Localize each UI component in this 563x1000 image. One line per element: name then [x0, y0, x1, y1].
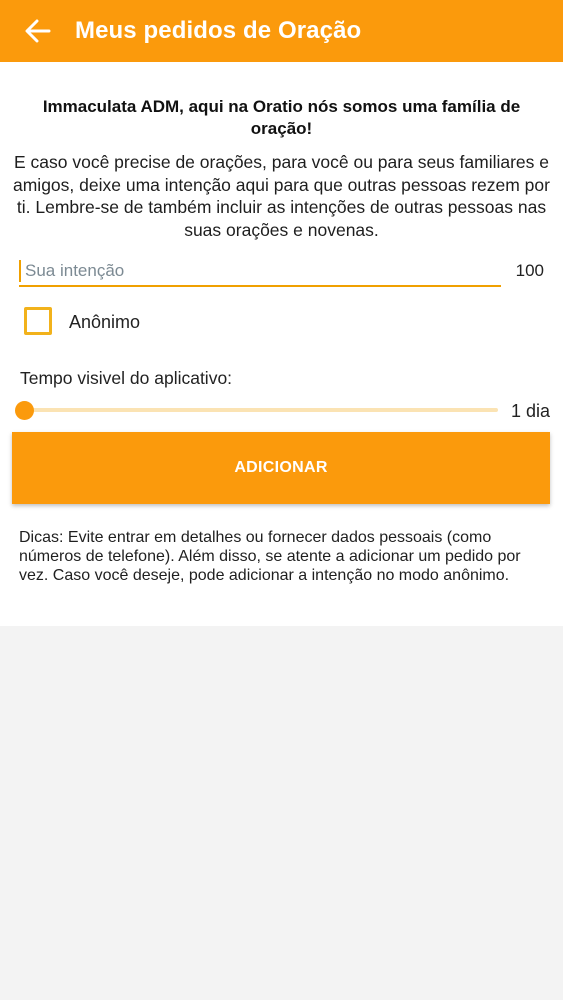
back-button[interactable]: [23, 16, 53, 46]
arrow-left-icon: [25, 19, 51, 43]
main-content: Immaculata ADM, aqui na Oratio nós somos…: [0, 62, 563, 626]
page-title: Meus pedidos de Oração: [75, 17, 362, 44]
intention-field[interactable]: [19, 257, 501, 287]
character-counter: 100: [515, 261, 544, 280]
visibility-slider-thumb[interactable]: [15, 401, 34, 420]
anonymous-checkbox[interactable]: [24, 307, 52, 335]
anonymous-label[interactable]: Anônimo: [69, 312, 140, 333]
greeting-text: Immaculata ADM, aqui na Oratio nós somos…: [42, 97, 521, 138]
app-bar: Meus pedidos de Oração: [0, 0, 563, 62]
text-caret: [19, 260, 21, 282]
visibility-time-label: Tempo visivel do aplicativo:: [20, 368, 233, 388]
visibility-slider-track[interactable]: [26, 408, 498, 412]
visibility-slider-value: 1 dia: [510, 401, 550, 421]
intro-text: E caso você precise de orações, para voc…: [13, 152, 550, 240]
add-button[interactable]: ADICIONAR: [12, 432, 550, 504]
tips-text: Dicas: Evite entrar em detalhes ou forne…: [19, 529, 521, 584]
intention-input[interactable]: [25, 257, 495, 285]
